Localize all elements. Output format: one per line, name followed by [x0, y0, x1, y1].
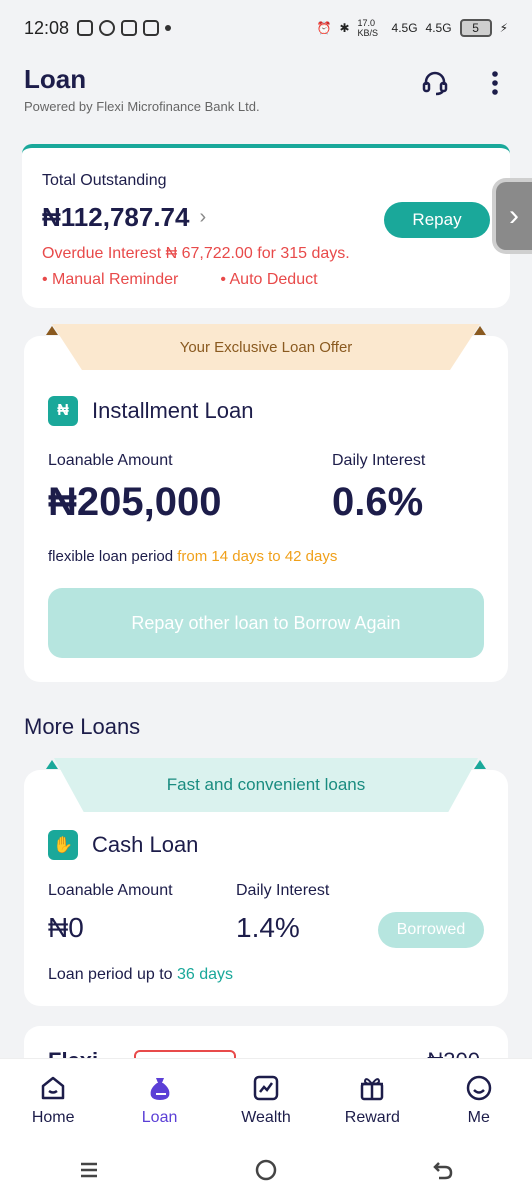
- cash-loan-name: Cash Loan: [92, 832, 199, 857]
- loanable-amount-label: Loanable Amount: [48, 452, 173, 469]
- outstanding-amount-value: ₦112,787.74: [42, 202, 190, 232]
- bottom-nav: Home Loan Wealth Reward Me: [0, 1058, 532, 1140]
- gift-icon: [357, 1073, 387, 1103]
- chart-icon: [251, 1073, 281, 1103]
- cash-hand-icon: ✋: [48, 830, 78, 860]
- headset-icon[interactable]: [420, 68, 450, 98]
- nav-wealth[interactable]: Wealth: [226, 1073, 306, 1127]
- naira-calendar-icon: ₦: [48, 396, 78, 426]
- installment-loan-header: ₦ Installment Loan: [48, 396, 253, 426]
- nav-home-label: Home: [31, 1108, 75, 1126]
- home-circle-icon[interactable]: [246, 1150, 286, 1190]
- overdue-interest-text: Overdue Interest ₦ 67,722.00 for 315 day…: [42, 245, 350, 262]
- outstanding-card: Total Outstanding ₦112,787.74 › Repay Ov…: [22, 144, 510, 308]
- exclusive-offer-banner: Your Exclusive Loan Offer: [52, 324, 480, 370]
- loan-period-range: from 14 days to 42 days: [177, 548, 338, 565]
- smile-icon: [464, 1073, 494, 1103]
- nav-me[interactable]: Me: [439, 1073, 519, 1127]
- repayment-methods: • Manual Reminder • Auto Deduct: [42, 271, 490, 289]
- nav-loan[interactable]: Loan: [120, 1073, 200, 1127]
- cash-loanable-value: ₦0: [48, 912, 84, 943]
- nav-reward-label: Reward: [344, 1108, 400, 1126]
- instagram-icon: [77, 20, 94, 36]
- cash-interest-label: Daily Interest: [236, 882, 330, 899]
- loanable-amount-value: ₦205,000: [48, 480, 222, 524]
- charging-icon: ⚡: [499, 21, 508, 35]
- manual-reminder[interactable]: • Manual Reminder: [42, 271, 178, 289]
- fast-loans-banner: Fast and convenient loans: [54, 758, 478, 812]
- cash-loan-header: ✋ Cash Loan: [48, 830, 198, 860]
- more-vertical-icon[interactable]: [480, 68, 510, 98]
- snapchat-icon: [121, 20, 138, 36]
- nav-reward[interactable]: Reward: [332, 1073, 412, 1127]
- borrow-again-button[interactable]: Repay other loan to Borrow Again: [48, 588, 484, 658]
- cash-period-value: 36 days: [177, 966, 234, 983]
- daily-interest-label: Daily Interest: [332, 452, 426, 469]
- notification-dot-icon: [165, 25, 172, 31]
- status-time: 12:08: [24, 17, 70, 38]
- outstanding-label: Total Outstanding: [42, 172, 167, 189]
- facebook-icon: [99, 20, 116, 36]
- cash-loan-period: Loan period up to 36 days: [48, 966, 233, 984]
- auto-deduct[interactable]: • Auto Deduct: [220, 271, 317, 289]
- page-header: Loan Powered by Flexi Microfinance Bank …: [0, 56, 532, 126]
- nav-loan-label: Loan: [141, 1108, 178, 1126]
- alarm-icon: ⏰: [316, 21, 332, 35]
- money-bag-icon: [145, 1073, 175, 1103]
- nav-wealth-label: Wealth: [241, 1108, 291, 1126]
- nav-home[interactable]: Home: [13, 1073, 93, 1127]
- home-icon: [38, 1073, 68, 1103]
- nav-me-label: Me: [467, 1108, 490, 1126]
- loan-period: flexible loan period from 14 days to 42 …: [48, 548, 337, 565]
- loan-period-prefix: flexible loan period: [48, 548, 178, 565]
- repay-button[interactable]: Repay: [384, 202, 490, 238]
- recents-icon[interactable]: [69, 1150, 109, 1190]
- floating-side-tab[interactable]: ›: [492, 178, 532, 254]
- daily-interest-value: 0.6%: [332, 480, 424, 524]
- sim2-signal: 4.5G: [425, 21, 452, 35]
- cash-interest-value: 1.4%: [236, 912, 300, 943]
- cash-loanable-label: Loanable Amount: [48, 882, 173, 899]
- installment-loan-card: Your Exclusive Loan Offer ₦ Installment …: [24, 324, 508, 682]
- installment-loan-name: Installment Loan: [92, 398, 254, 423]
- more-loans-title: More Loans: [24, 714, 141, 739]
- bluetooth-icon: ✱: [339, 21, 350, 35]
- battery-icon: 5: [459, 19, 492, 37]
- page-subtitle: Powered by Flexi Microfinance Bank Ltd.: [24, 99, 260, 114]
- cash-period-prefix: Loan period up to: [48, 966, 177, 983]
- back-icon[interactable]: [423, 1150, 463, 1190]
- media-icon: [143, 20, 160, 36]
- system-nav-bar: [0, 1140, 532, 1200]
- net-speed: 17.0 KB/S: [357, 18, 379, 38]
- status-bar: 12:08 ⏰ ✱ 17.0 KB/S 4.5G 4.5G 5 ⚡: [0, 0, 532, 56]
- sim1-signal: 4.5G: [391, 21, 418, 35]
- borrowed-status-button[interactable]: Borrowed: [378, 912, 484, 948]
- chevron-right-icon: ›: [199, 206, 207, 228]
- status-right: ⏰ ✱ 17.0 KB/S 4.5G 4.5G 5 ⚡: [317, 18, 508, 38]
- cash-loan-card[interactable]: Fast and convenient loans ✋ Cash Loan Lo…: [24, 758, 508, 1006]
- chevron-right-icon: ›: [509, 199, 519, 232]
